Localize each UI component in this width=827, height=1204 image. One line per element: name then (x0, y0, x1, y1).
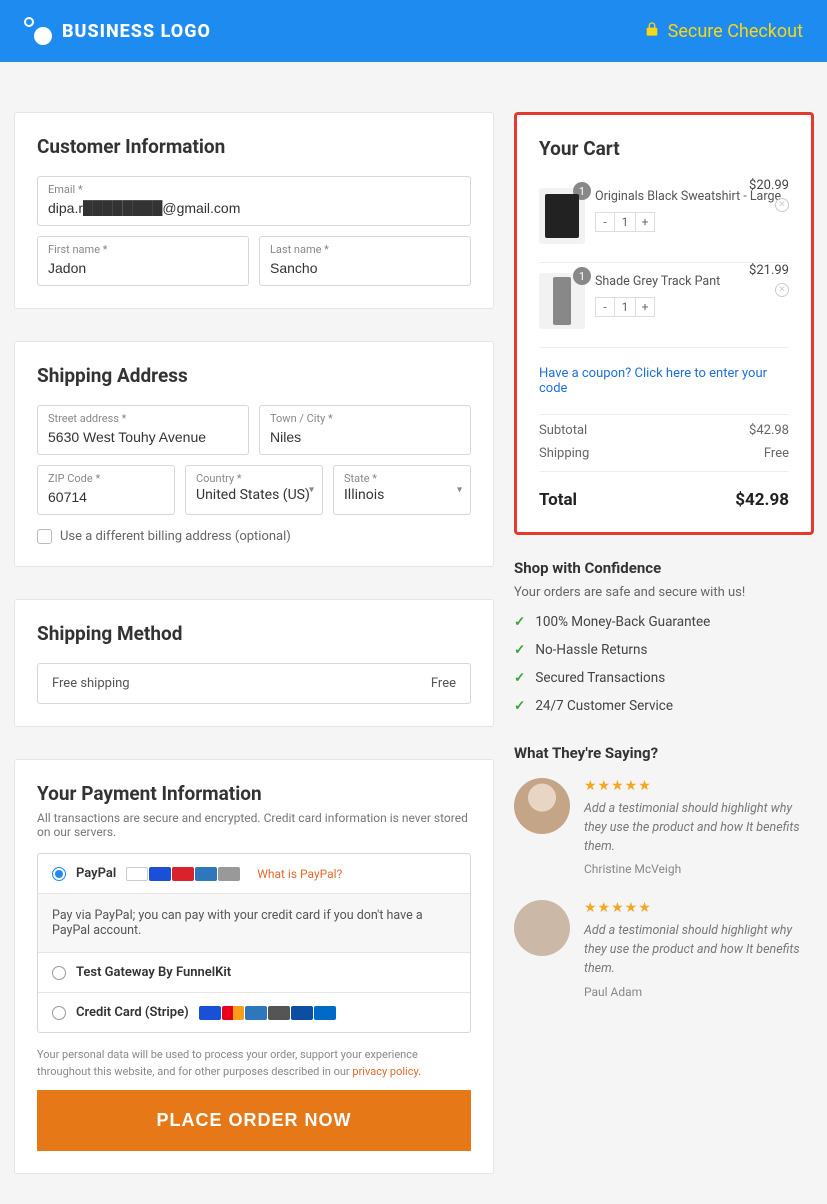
email-label: Email * (48, 183, 460, 196)
payment-option-stripe[interactable]: Credit Card (Stripe) (38, 993, 470, 1032)
qty-plus-button[interactable]: + (635, 212, 655, 232)
radio-checked-icon (52, 867, 66, 881)
radio-icon (52, 1006, 66, 1020)
state-select[interactable]: State * Illinois ▾ (333, 465, 471, 515)
qty-minus-button[interactable]: - (595, 297, 615, 317)
coupon-link[interactable]: Have a coupon? Click here to enter your … (539, 348, 789, 415)
qty-control: - 1 + (595, 297, 789, 317)
cart-item: 1 Originals Black Sweatshirt - Large - 1… (539, 178, 789, 263)
logo-mark (24, 17, 52, 45)
total-row: Total$42.98 (539, 471, 789, 510)
avatar (514, 900, 570, 956)
paypal-card-icons (126, 866, 241, 881)
what-is-paypal-link[interactable]: What is PayPal? (257, 867, 342, 881)
zip-input[interactable] (48, 489, 164, 505)
qty-plus-button[interactable]: + (635, 297, 655, 317)
customer-heading: Customer Information (37, 135, 471, 158)
cart-card: Your Cart 1 Originals Black Sweatshirt -… (514, 112, 814, 535)
street-input[interactable] (48, 429, 238, 445)
zip-field[interactable]: ZIP Code * (37, 465, 175, 515)
qty-badge: 1 (573, 182, 591, 200)
place-order-button[interactable]: PLACE ORDER NOW (37, 1090, 471, 1151)
cart-item-price: $20.99 (749, 178, 789, 193)
payment-option-test-gateway[interactable]: Test Gateway By FunnelKit (38, 953, 470, 993)
shipping-heading: Shipping Address (37, 364, 471, 387)
different-billing-checkbox[interactable]: Use a different billing address (optiona… (37, 529, 471, 544)
business-logo[interactable]: BUSINESS LOGO (24, 17, 211, 45)
street-field[interactable]: Street address * (37, 405, 249, 455)
product-thumbnail: 1 (539, 273, 585, 329)
product-thumbnail: 1 (539, 188, 585, 244)
city-field[interactable]: Town / City * (259, 405, 471, 455)
cart-heading: Your Cart (539, 137, 789, 160)
email-field-wrap[interactable]: Email * (37, 176, 471, 226)
payment-options: PayPal What is PayPal? Pay via PayPal; y… (37, 853, 471, 1033)
payment-subtext: All transactions are secure and encrypte… (37, 811, 471, 839)
subtotal-row: Subtotal$42.98 (539, 415, 789, 438)
first-name-field[interactable]: First name * (37, 236, 249, 286)
shipping-method-card: Shipping Method Free shipping Free (14, 599, 494, 727)
country-select[interactable]: Country * United States (US) ▾ (185, 465, 323, 515)
shop-confidence: Shop with Confidence Your orders are saf… (514, 559, 814, 714)
payment-card: Your Payment Information All transaction… (14, 759, 494, 1174)
last-name-input[interactable] (270, 260, 460, 276)
stripe-card-icons (199, 1005, 337, 1020)
chevron-down-icon: ▾ (457, 485, 462, 496)
email-input[interactable] (48, 200, 460, 216)
testimonials-heading: What They're Saying? (514, 744, 814, 762)
secure-checkout: Secure Checkout (644, 21, 803, 42)
check-icon: ✓ (514, 670, 525, 686)
check-icon: ✓ (514, 614, 525, 630)
testimonial: ★★★★★ Add a testimonial should highlight… (514, 778, 814, 876)
last-name-field[interactable]: Last name * (259, 236, 471, 286)
checkbox-icon (37, 529, 52, 544)
qty-value: 1 (615, 297, 635, 317)
confidence-sub: Your orders are safe and secure with us! (514, 585, 814, 600)
confidence-heading: Shop with Confidence (514, 559, 814, 577)
shipping-option[interactable]: Free shipping Free (37, 663, 471, 704)
testimonial-text: Add a testimonial should highlight why t… (584, 922, 814, 978)
shipping-row: ShippingFree (539, 438, 789, 461)
qty-value: 1 (615, 212, 635, 232)
benefit-item: ✓Secured Transactions (514, 670, 814, 686)
chevron-down-icon: ▾ (309, 485, 314, 496)
payment-heading: Your Payment Information (37, 782, 471, 805)
radio-icon (52, 966, 66, 980)
check-icon: ✓ (514, 642, 525, 658)
city-input[interactable] (270, 429, 460, 445)
check-icon: ✓ (514, 698, 525, 714)
benefit-item: ✓100% Money-Back Guarantee (514, 614, 814, 630)
avatar (514, 778, 570, 834)
remove-item-button[interactable]: ✕ (775, 198, 789, 212)
customer-info-card: Customer Information Email * First name … (14, 112, 494, 309)
star-rating-icon: ★★★★★ (584, 778, 814, 794)
privacy-notice: Your personal data will be used to proce… (37, 1047, 471, 1080)
secure-text: Secure Checkout (668, 21, 803, 42)
qty-control: - 1 + (595, 212, 789, 232)
benefit-item: ✓24/7 Customer Service (514, 698, 814, 714)
top-bar: BUSINESS LOGO Secure Checkout (0, 0, 827, 62)
qty-badge: 1 (573, 267, 591, 285)
cart-item: 1 Shade Grey Track Pant - 1 + $21.99 ✕ (539, 263, 789, 348)
benefit-item: ✓No-Hassle Returns (514, 642, 814, 658)
testimonial-text: Add a testimonial should highlight why t… (584, 800, 814, 856)
payment-option-paypal[interactable]: PayPal What is PayPal? (38, 854, 470, 894)
cart-item-price: $21.99 (749, 263, 789, 278)
lock-icon (644, 21, 660, 42)
qty-minus-button[interactable]: - (595, 212, 615, 232)
remove-item-button[interactable]: ✕ (775, 283, 789, 297)
first-name-input[interactable] (48, 260, 238, 276)
testimonial-author: Paul Adam (584, 985, 814, 999)
shipping-address-card: Shipping Address Street address * Town /… (14, 341, 494, 567)
paypal-description: Pay via PayPal; you can pay with your cr… (38, 894, 470, 953)
logo-text: BUSINESS LOGO (62, 21, 211, 42)
method-heading: Shipping Method (37, 622, 471, 645)
testimonial: ★★★★★ Add a testimonial should highlight… (514, 900, 814, 998)
privacy-policy-link[interactable]: privacy policy (352, 1065, 418, 1078)
testimonial-author: Christine McVeigh (584, 862, 814, 876)
star-rating-icon: ★★★★★ (584, 900, 814, 916)
